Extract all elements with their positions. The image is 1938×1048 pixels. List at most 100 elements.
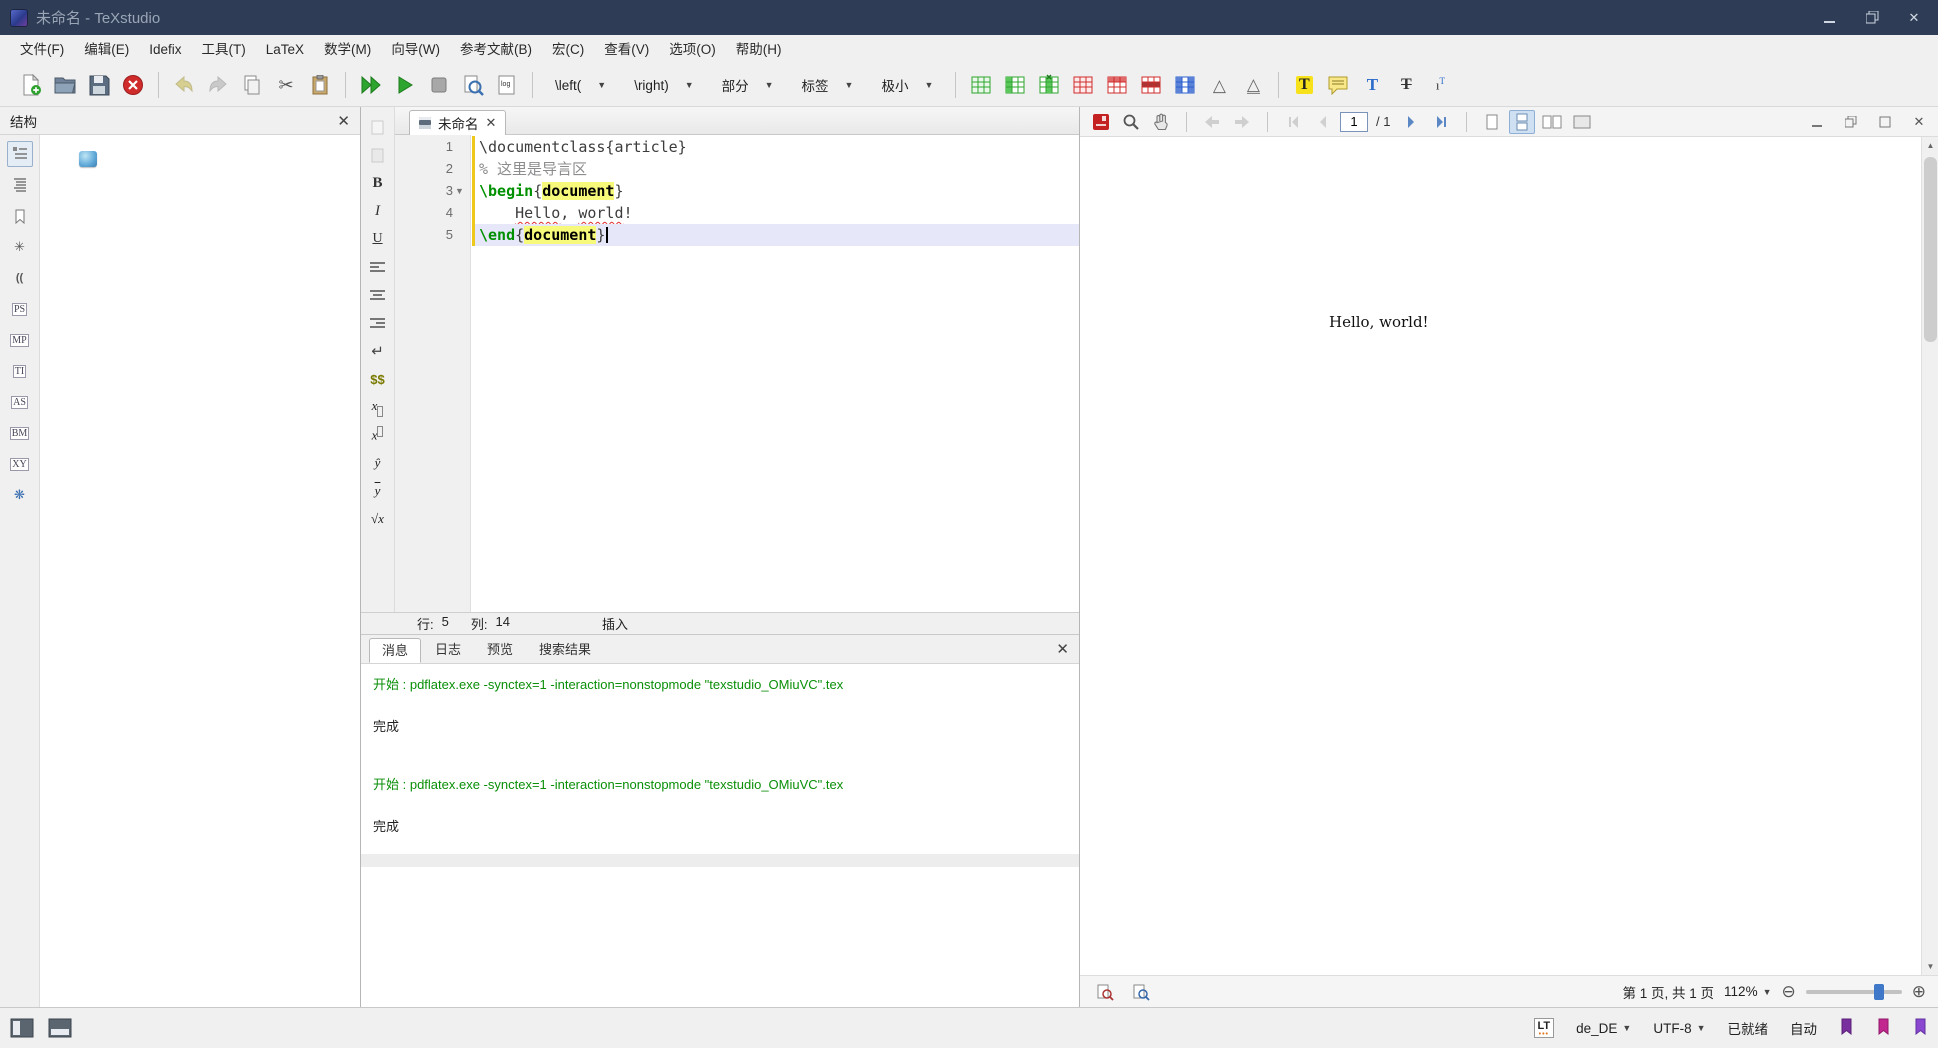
- comment-bubble-icon[interactable]: [1321, 68, 1355, 102]
- superscript-text-icon[interactable]: ıT: [1423, 68, 1457, 102]
- newline-icon[interactable]: ↵: [365, 339, 391, 363]
- structure-view-icon[interactable]: [6, 141, 33, 167]
- pstricks-view-icon[interactable]: PS: [7, 296, 33, 322]
- add-row-icon[interactable]: [1066, 68, 1100, 102]
- new-file-icon[interactable]: [14, 68, 48, 102]
- menu-view[interactable]: 查看(V): [594, 35, 659, 64]
- zoom-in-icon[interactable]: ⊕: [1912, 982, 1926, 1002]
- asymptote-view-icon[interactable]: AS: [7, 389, 33, 415]
- prev-change-icon[interactable]: [365, 115, 391, 139]
- minimize-button[interactable]: [1812, 6, 1848, 30]
- pdf-hand-tool-icon[interactable]: [1148, 110, 1174, 134]
- bookmark-tag-3-icon[interactable]: [1913, 1018, 1928, 1038]
- redo-icon[interactable]: [201, 68, 235, 102]
- triangle-up-icon[interactable]: △: [1202, 68, 1236, 102]
- copy-icon[interactable]: [235, 68, 269, 102]
- bold-icon[interactable]: B: [365, 171, 391, 195]
- pdf-file-icon[interactable]: [1088, 110, 1114, 134]
- compile-icon[interactable]: [388, 68, 422, 102]
- tab-preview[interactable]: 预览: [475, 638, 525, 663]
- right-delimiter-dropdown[interactable]: \right) ▼: [626, 71, 701, 99]
- pdf-forward-icon[interactable]: [1229, 110, 1255, 134]
- zoom-out-icon[interactable]: ⊖: [1782, 982, 1796, 1002]
- languagetool-status[interactable]: LT •••: [1533, 1018, 1555, 1038]
- menu-file[interactable]: 文件(F): [10, 35, 74, 64]
- undo-icon[interactable]: [167, 68, 201, 102]
- view-log-icon[interactable]: [456, 68, 490, 102]
- menu-latex[interactable]: LaTeX: [256, 35, 314, 64]
- menu-tools[interactable]: 工具(T): [192, 35, 256, 64]
- brackets-view-icon[interactable]: ((: [7, 265, 33, 291]
- vector-accent-icon[interactable]: y: [365, 479, 391, 503]
- pdf-two-page-icon[interactable]: [1539, 110, 1565, 134]
- align-right-icon[interactable]: [365, 311, 391, 335]
- text-color-icon[interactable]: T: [1355, 68, 1389, 102]
- pdf-zoom-tool-icon[interactable]: [1118, 110, 1144, 134]
- pdf-page-input[interactable]: [1340, 111, 1368, 132]
- pdf-prev-page-icon[interactable]: [1310, 110, 1336, 134]
- bookmark-tag-1-icon[interactable]: [1839, 1018, 1854, 1038]
- cut-icon[interactable]: ✂: [269, 68, 303, 102]
- tab-messages[interactable]: 消息: [369, 638, 422, 663]
- hat-accent-icon[interactable]: ŷ: [365, 451, 391, 475]
- tag-dropdown[interactable]: 标签 ▼: [794, 71, 862, 99]
- pdf-last-page-icon[interactable]: [1428, 110, 1454, 134]
- pdf-next-page-icon[interactable]: [1398, 110, 1424, 134]
- pdf-zoom-out-page-icon[interactable]: [1092, 980, 1118, 1004]
- tikz-view-icon[interactable]: TI: [7, 358, 33, 384]
- metapost-view-icon[interactable]: MP: [7, 327, 33, 353]
- pdf-maximize-icon[interactable]: [1872, 110, 1898, 134]
- restore-button[interactable]: [1854, 6, 1890, 30]
- tab-search-results[interactable]: 搜索结果: [527, 638, 603, 663]
- pdf-zoom-dropdown[interactable]: 112% ▼: [1724, 984, 1771, 999]
- compile-and-view-icon[interactable]: [354, 68, 388, 102]
- menu-macros[interactable]: 宏(C): [542, 35, 594, 64]
- remove-column-icon[interactable]: [1032, 68, 1066, 102]
- display-math-icon[interactable]: $$: [365, 367, 391, 391]
- close-button[interactable]: ✕: [1896, 6, 1932, 30]
- xymatrix-view-icon[interactable]: XY: [7, 451, 33, 477]
- subscript-icon[interactable]: x: [365, 395, 391, 419]
- underline-icon[interactable]: U: [365, 227, 391, 251]
- open-file-icon[interactable]: [48, 68, 82, 102]
- pdf-back-icon[interactable]: [1199, 110, 1225, 134]
- save-icon[interactable]: [82, 68, 116, 102]
- align-left-icon[interactable]: [365, 255, 391, 279]
- fontsize-dropdown[interactable]: 极小 ▼: [873, 71, 941, 99]
- scroll-up-icon[interactable]: ▲: [1922, 137, 1938, 154]
- close-document-icon[interactable]: [116, 68, 150, 102]
- auto-mode-label[interactable]: 自动: [1790, 1018, 1817, 1038]
- superscript-icon[interactable]: x: [365, 423, 391, 447]
- sqrt-icon[interactable]: √x: [365, 507, 391, 531]
- pdf-presentation-icon[interactable]: [1569, 110, 1595, 134]
- messages-close-icon[interactable]: ✕: [1056, 640, 1069, 658]
- menu-idefix[interactable]: Idefix: [139, 35, 191, 64]
- encoding-selector[interactable]: UTF-8 ▼: [1653, 1021, 1705, 1036]
- pdf-continuous-icon[interactable]: [1509, 109, 1536, 134]
- zoom-slider-handle[interactable]: [1873, 983, 1884, 1000]
- structure-close-icon[interactable]: ✕: [337, 112, 350, 130]
- pdf-minimize-icon[interactable]: [1804, 110, 1830, 134]
- pdf-scrollbar[interactable]: ▲ ▼: [1921, 137, 1938, 975]
- beamer-view-icon[interactable]: BM: [7, 420, 33, 446]
- misc-symbols-icon[interactable]: ❋: [7, 482, 33, 508]
- scrollbar-thumb[interactable]: [1924, 157, 1937, 342]
- pdf-first-page-icon[interactable]: [1280, 110, 1306, 134]
- paste-icon[interactable]: [303, 68, 337, 102]
- pdf-restore-icon[interactable]: [1838, 110, 1864, 134]
- highlight-text-icon[interactable]: T: [1287, 68, 1321, 102]
- menu-help[interactable]: 帮助(H): [726, 35, 792, 64]
- stop-icon[interactable]: [422, 68, 456, 102]
- structure-tree[interactable]: [41, 135, 360, 1007]
- pdf-close-icon[interactable]: ✕: [1906, 110, 1932, 134]
- menu-edit[interactable]: 编辑(E): [74, 35, 139, 64]
- dictionary-selector[interactable]: de_DE ▼: [1576, 1021, 1631, 1036]
- italic-icon[interactable]: I: [365, 199, 391, 223]
- insert-table-icon[interactable]: [964, 68, 998, 102]
- fold-marker-icon[interactable]: ▼: [455, 180, 464, 202]
- menu-bibliography[interactable]: 参考文献(B): [450, 35, 542, 64]
- pdf-single-page-icon[interactable]: [1479, 110, 1505, 134]
- menu-wizards[interactable]: 向导(W): [381, 35, 450, 64]
- document-outline-icon[interactable]: [7, 172, 33, 198]
- merge-columns-icon[interactable]: [1168, 68, 1202, 102]
